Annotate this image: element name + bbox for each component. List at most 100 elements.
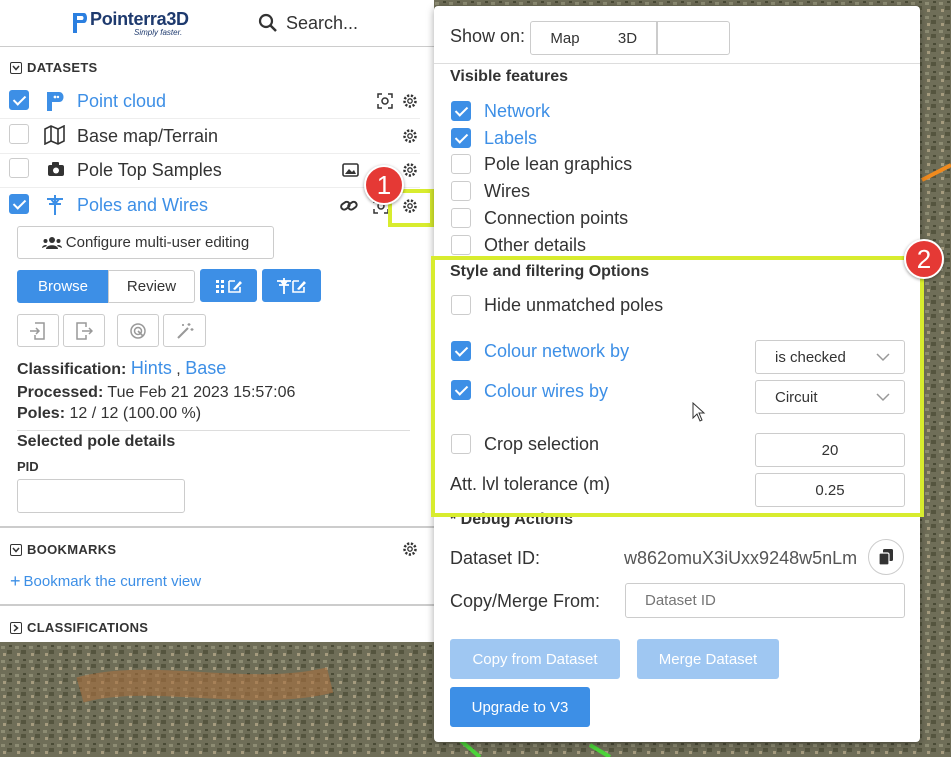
plus-icon: + <box>10 571 21 591</box>
classification-label: Classification: <box>17 361 127 378</box>
configure-multi-user-label: Configure multi-user editing <box>65 234 250 251</box>
dataset-checkbox-poles-and-wires[interactable] <box>9 194 29 214</box>
collapse-icon <box>10 543 22 556</box>
processed-label: Processed: <box>17 384 104 401</box>
classification-link-base[interactable]: Base <box>185 358 226 378</box>
classification-separator: , <box>176 361 181 378</box>
show-on-3d[interactable]: 3D <box>599 21 657 55</box>
gear-icon[interactable] <box>402 541 418 557</box>
pole-icon <box>47 195 63 215</box>
feature-checkbox-other-details[interactable] <box>451 235 471 255</box>
configure-multi-user-button[interactable]: Configure multi-user editing <box>17 226 274 259</box>
gear-icon[interactable] <box>402 128 418 144</box>
bookmark-current-view-link[interactable]: + Bookmark the current view <box>10 571 202 591</box>
bookmark-current-view-label: Bookmark the current view <box>23 573 202 590</box>
tab-review-label: Review <box>126 278 177 295</box>
bookmarks-heading: BOOKMARKS <box>27 542 117 557</box>
show-on-both[interactable]: Both <box>657 21 730 55</box>
dataset-checkbox-point-cloud[interactable] <box>9 90 29 110</box>
expand-icon <box>10 621 22 634</box>
sidebar: Pointerra3D Simply faster. Search... DAT… <box>0 0 434 642</box>
show-on-map[interactable]: Map <box>530 21 600 55</box>
classifications-section-header[interactable]: CLASSIFICATIONS <box>10 620 148 635</box>
tab-browse[interactable]: Browse <box>17 270 109 303</box>
show-on-both-label: Both <box>678 29 709 47</box>
poles-line: Poles: 12 / 12 (100.00 %) <box>17 405 201 423</box>
target-button[interactable] <box>117 314 159 347</box>
feature-checkbox-wires[interactable] <box>451 181 471 201</box>
feature-label-labels[interactable]: Labels <box>484 128 537 149</box>
gear-icon[interactable] <box>402 162 418 178</box>
show-on-3d-label: 3D <box>617 29 638 47</box>
dataset-name[interactable]: Base map/Terrain <box>77 126 218 147</box>
map-icon <box>44 125 65 145</box>
merge-dataset-label: Merge Dataset <box>658 650 758 668</box>
edit-grid-icon <box>215 279 242 293</box>
upgrade-v3-button[interactable]: Upgrade to V3 <box>450 687 590 727</box>
feature-label-pole-lean[interactable]: Pole lean graphics <box>484 154 632 175</box>
copy-merge-input[interactable] <box>625 583 905 618</box>
copy-merge-label: Copy/Merge From: <box>450 591 601 611</box>
app-logo[interactable]: Pointerra3D Simply faster. <box>70 9 190 39</box>
search-icon <box>258 13 277 32</box>
dataset-checkbox-base-map[interactable] <box>9 124 29 144</box>
header-divider <box>0 46 434 47</box>
users-icon <box>41 236 62 249</box>
tab-review[interactable]: Review <box>108 270 195 303</box>
details-divider <box>17 430 410 431</box>
edit-points-button[interactable] <box>200 269 257 302</box>
dataset-name[interactable]: Point cloud <box>77 91 166 112</box>
dataset-row-point-cloud[interactable]: Point cloud <box>0 84 432 118</box>
image-icon[interactable] <box>342 163 359 177</box>
copy-from-dataset-button[interactable]: Copy from Dataset <box>450 639 620 679</box>
edit-poles-button[interactable] <box>262 269 321 302</box>
poles-label: Poles: <box>17 405 66 422</box>
magic-wand-button[interactable] <box>163 314 206 347</box>
dataset-name[interactable]: Poles and Wires <box>77 195 208 216</box>
search-label: Search... <box>286 12 359 33</box>
edit-pole-icon <box>276 277 306 294</box>
gear-icon[interactable] <box>402 93 418 109</box>
import-button[interactable] <box>17 314 59 347</box>
tab-browse-label: Browse <box>37 278 89 295</box>
export-button[interactable] <box>63 314 105 347</box>
annotation-badge-2: 2 <box>904 239 944 279</box>
feature-checkbox-network[interactable] <box>451 101 471 121</box>
datasets-section-header[interactable]: DATASETS <box>10 60 98 75</box>
copy-icon <box>878 549 893 566</box>
merge-dataset-button[interactable]: Merge Dataset <box>637 639 779 679</box>
classifications-heading: CLASSIFICATIONS <box>27 620 149 635</box>
highlight-style-filtering <box>431 256 924 517</box>
section-divider <box>0 604 434 606</box>
classification-link-hints[interactable]: Hints <box>131 358 172 378</box>
copy-id-button[interactable] <box>868 539 904 575</box>
logo-wordmark: Pointerra3D <box>90 9 189 29</box>
import-icon <box>30 321 45 340</box>
pid-input[interactable] <box>17 479 185 513</box>
magic-wand-icon <box>176 322 193 339</box>
focus-camera-icon[interactable] <box>377 93 393 109</box>
feature-label-wires[interactable]: Wires <box>484 181 530 202</box>
feature-label-connection-points[interactable]: Connection points <box>484 208 628 229</box>
feature-checkbox-labels[interactable] <box>451 128 471 148</box>
feature-label-network[interactable]: Network <box>484 101 550 122</box>
dataset-id-value: w862omuX3iUxx9248w5nLm <box>624 548 858 568</box>
poles-value: 12 / 12 (100.00 %) <box>69 405 202 422</box>
upgrade-v3-label: Upgrade to V3 <box>471 698 569 716</box>
selected-pole-heading: Selected pole details <box>17 433 176 450</box>
feature-label-other-details[interactable]: Other details <box>484 235 586 256</box>
dataset-row-base-map[interactable]: Base map/Terrain <box>0 119 432 153</box>
section-divider <box>0 526 434 528</box>
feature-checkbox-connection-points[interactable] <box>451 208 471 228</box>
dataset-name[interactable]: Pole Top Samples <box>77 160 222 181</box>
dataset-checkbox-pole-top-samples[interactable] <box>9 158 29 178</box>
datasets-heading: DATASETS <box>27 60 98 75</box>
target-icon <box>130 322 146 339</box>
search-box[interactable]: Search... <box>258 10 358 36</box>
bookmarks-section-header[interactable]: BOOKMARKS <box>10 542 116 557</box>
dataset-id-label: Dataset ID: <box>450 548 541 568</box>
processed-line: Processed: Tue Feb 21 2023 15:57:06 <box>17 384 295 402</box>
feature-checkbox-pole-lean[interactable] <box>451 154 471 174</box>
processed-value: Tue Feb 21 2023 15:57:06 <box>107 384 296 401</box>
link-icon[interactable] <box>340 199 358 213</box>
